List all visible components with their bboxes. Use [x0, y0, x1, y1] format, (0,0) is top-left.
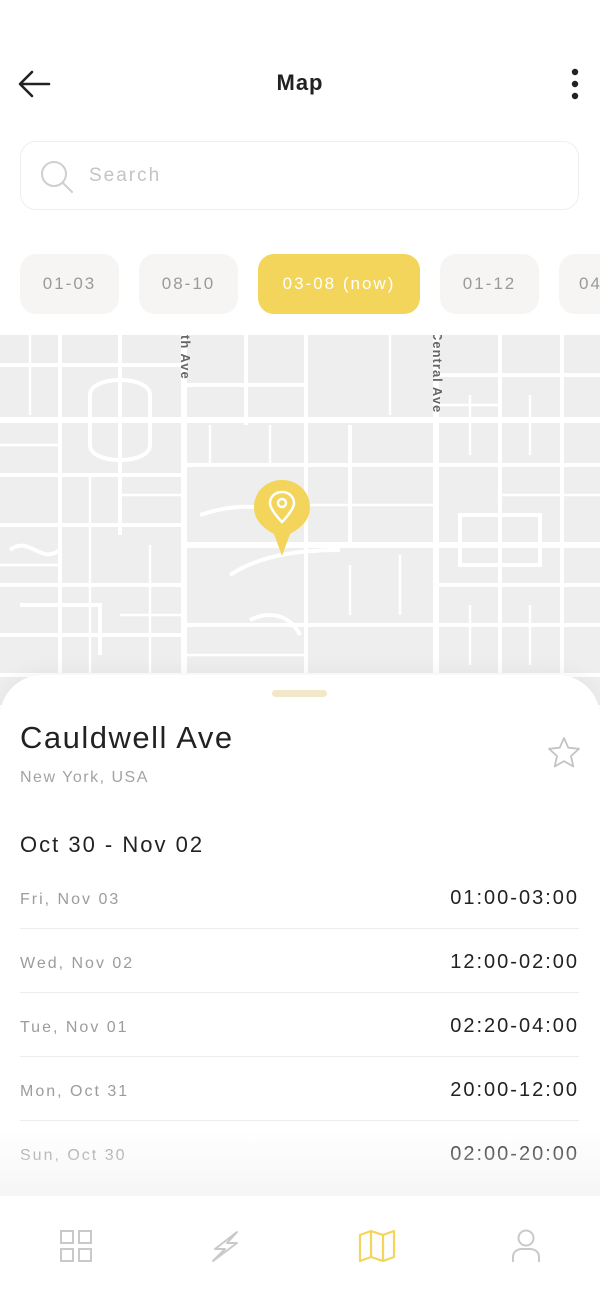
date-chip-scroller[interactable]: 01-03 08-10 03-08 (now) 01-12 04 [0, 254, 600, 314]
schedule-day: Sun, Oct 30 [20, 1147, 127, 1164]
date-chip[interactable]: 01-03 [20, 254, 119, 314]
user-icon [512, 1229, 540, 1262]
schedule-day: Wed, Nov 02 [20, 955, 135, 972]
schedule-time: 02:20-04:00 [450, 1015, 579, 1037]
bottom-tab-bar [0, 1196, 600, 1299]
schedule-day: Fri, Nov 03 [20, 891, 121, 908]
search-bar[interactable] [20, 141, 579, 210]
schedule-time: 12:00-02:00 [450, 951, 579, 973]
date-chip[interactable]: 01-12 [440, 254, 539, 314]
map-icon [358, 1229, 396, 1263]
place-location: New York, USA [20, 769, 149, 786]
schedule-row[interactable]: Sun, Oct 30 02:00-20:00 [20, 1121, 579, 1185]
search-input[interactable] [89, 156, 559, 196]
page-title: Map [276, 70, 324, 95]
schedule-row[interactable]: Wed, Nov 02 12:00-02:00 [20, 929, 579, 993]
date-chip[interactable]: 04 [559, 254, 600, 314]
schedule-day: Tue, Nov 01 [20, 1019, 129, 1036]
schedule-list: Fri, Nov 03 01:00-03:00 Wed, Nov 02 12:0… [20, 865, 579, 1185]
location-pin-marker[interactable] [252, 478, 312, 558]
location-pin-icon [254, 480, 310, 556]
schedule-row[interactable]: Tue, Nov 01 02:20-04:00 [20, 993, 579, 1057]
place-name: Cauldwell Ave [20, 720, 234, 755]
street-label: th Ave [178, 335, 193, 380]
date-range-heading: Oct 30 - Nov 02 [20, 832, 205, 857]
star-icon [548, 737, 580, 768]
tab-dashboard[interactable] [56, 1226, 96, 1266]
date-chip[interactable]: 08-10 [139, 254, 238, 314]
place-details-sheet: Cauldwell Ave New York, USA Oct 30 - Nov… [0, 675, 600, 1195]
tab-map[interactable] [357, 1226, 397, 1266]
favorite-button[interactable] [546, 735, 582, 771]
schedule-day: Mon, Oct 31 [20, 1083, 130, 1100]
sheet-drag-handle[interactable] [272, 690, 327, 697]
tab-profile[interactable] [506, 1226, 546, 1266]
grid-icon [60, 1230, 92, 1262]
date-chip-active[interactable]: 03-08 (now) [258, 254, 420, 314]
schedule-row[interactable]: Fri, Nov 03 01:00-03:00 [20, 865, 579, 929]
schedule-row[interactable]: Mon, Oct 31 20:00-12:00 [20, 1057, 579, 1121]
lightning-icon [212, 1231, 238, 1262]
schedule-time: 20:00-12:00 [450, 1079, 579, 1101]
more-vertical-icon [571, 68, 579, 100]
more-options-button[interactable] [560, 64, 590, 104]
schedule-time: 02:00-20:00 [450, 1143, 579, 1165]
schedule-time: 01:00-03:00 [450, 887, 579, 909]
street-label: Central Ave [430, 335, 445, 414]
tab-activity[interactable] [205, 1226, 245, 1266]
search-icon [41, 161, 73, 193]
top-bar: Map [0, 0, 600, 140]
